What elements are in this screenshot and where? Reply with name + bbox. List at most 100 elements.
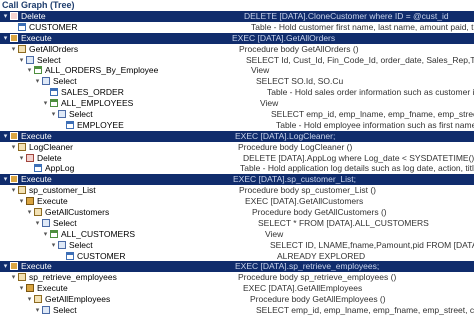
node-detail: EXEC [DATA].sp_retrieve_employees; (235, 261, 380, 272)
expand-toggle-icon[interactable]: ▾ (2, 263, 9, 270)
node-detail: Procedure body GetAllCustomers () (252, 207, 387, 218)
tree-row[interactable]: ▾ Execute EXEC [DATA].sp_customer_List; (0, 174, 474, 186)
view-icon (50, 99, 58, 108)
expand-toggle-icon[interactable]: ▾ (50, 111, 57, 118)
expand-toggle-icon[interactable]: ▾ (34, 220, 41, 227)
tree-row[interactable]: ▾ Execute EXEC [DATA].GetAllOrders (0, 32, 474, 44)
execute-icon (10, 33, 18, 42)
node-detail: SELECT ID, LNAME,fname,Pamount,pid FROM … (270, 239, 474, 250)
expand-toggle-icon[interactable]: ▾ (10, 187, 17, 194)
expand-toggle-icon[interactable]: ▾ (18, 285, 25, 292)
expand-toggle-icon[interactable]: ▾ (26, 296, 33, 303)
tree-row[interactable]: ▾ Select SELECT * FROM [DATA].ALL_CUSTOMER… (0, 218, 474, 229)
tree-row[interactable]: ▾ Delete DELETE [DATA].CloneCustomer where… (0, 11, 474, 22)
tree-row[interactable]: CUSTOMER ALREADY EXPLORED (0, 251, 474, 262)
node-detail: Procedure body LogCleaner () (238, 141, 353, 152)
expand-toggle-icon[interactable]: ▾ (2, 35, 9, 42)
delete-icon (10, 12, 18, 20)
node-label: Select (69, 239, 93, 250)
node-detail: EXEC [DATA].GetAllEmployees (243, 283, 363, 294)
expand-toggle-icon[interactable]: ▾ (10, 46, 17, 53)
node-label: GetAllCustomers (45, 207, 110, 218)
node-detail: EXEC [DATA].LogCleaner; (235, 130, 336, 141)
node-label: Execute (21, 32, 52, 43)
node-label: Select (53, 76, 77, 87)
tree-row[interactable]: ▾ Execute EXEC [DATA].sp_retrieve_employee… (0, 261, 474, 273)
node-detail: SELECT Id, Cust_Id, Fin_Code_Id, order_d… (246, 54, 474, 65)
expand-toggle-icon[interactable]: ▾ (50, 242, 57, 249)
call-graph-tree[interactable]: ▾ Delete DELETE [DATA].CloneCustomer where… (0, 11, 474, 316)
tree-row[interactable]: ▾ sp_customer_List Procedure body sp_custo… (0, 185, 474, 196)
select-icon (42, 77, 50, 86)
view-icon (50, 229, 58, 238)
expand-toggle-icon[interactable]: ▾ (2, 133, 9, 140)
node-label: Execute (21, 130, 52, 141)
node-detail: Procedure body sp_customer_List () (239, 185, 377, 196)
node-label: sp_customer_List (29, 185, 96, 196)
node-label: Select (37, 54, 61, 65)
node-label: Select (53, 217, 77, 228)
tree-row[interactable]: EMPLOYEE Table - Hold employee informatio… (0, 120, 474, 131)
expand-toggle-icon[interactable]: ▾ (34, 78, 41, 85)
tree-row[interactable]: ▾ GetAllEmployees Procedure body GetAllEmp… (0, 294, 474, 305)
tree-row[interactable]: ▾ Select SELECT emp_id, emp_lname, emp_fna… (0, 109, 474, 120)
expand-toggle-icon[interactable]: ▾ (26, 209, 33, 216)
tree-row[interactable]: ▾ GetAllCustomers Procedure body GetAllCus… (0, 207, 474, 218)
procedure-icon (18, 142, 26, 151)
expand-toggle-icon[interactable]: ▾ (26, 67, 33, 74)
procedure-icon (34, 295, 42, 304)
tree-row[interactable]: ▾ sp_retrieve_employees Procedure body sp_… (0, 272, 474, 283)
tree-row[interactable]: ▾ Select SELECT Id, Cust_Id, Fin_Code_Id, … (0, 55, 474, 66)
execute-icon (10, 131, 18, 140)
tree-row[interactable]: ▾ Select SELECT ID, LNAME,fname,Pamount,pi… (0, 240, 474, 251)
expand-toggle-icon[interactable]: ▾ (18, 57, 25, 64)
expand-toggle-icon[interactable]: ▾ (2, 176, 9, 183)
node-detail: Procedure body GetAllOrders () (239, 43, 359, 54)
tree-row[interactable]: ▾ GetAllOrders Procedure body GetAllOrders… (0, 44, 474, 55)
expand-toggle-icon[interactable]: ▾ (42, 231, 49, 238)
tree-row[interactable]: ▾ ALL_EMPLOYEES View (0, 98, 474, 109)
node-detail: Table - Hold customer first name, last n… (251, 21, 474, 32)
node-label: GetAllEmployees (45, 294, 111, 305)
node-label: Select (69, 109, 93, 120)
node-label: sp_retrieve_employees (29, 272, 117, 283)
procedure-icon (34, 208, 42, 217)
node-detail: Table - Hold sales order information suc… (267, 87, 474, 98)
tree-row[interactable]: ▾ Delete DELETE [DATA].AppLog where Log_da… (0, 153, 474, 164)
tree-row[interactable]: SALES_ORDER Table - Hold sales order info… (0, 87, 474, 98)
tree-row[interactable]: CUSTOMER Table - Hold customer first name… (0, 22, 474, 33)
expand-toggle-icon[interactable]: ▾ (2, 13, 9, 20)
node-label: Execute (37, 196, 68, 207)
expand-toggle-icon (58, 122, 65, 129)
expand-toggle-icon[interactable]: ▾ (42, 100, 49, 107)
node-label: CUSTOMER (29, 21, 78, 32)
table-icon (18, 22, 26, 31)
expand-toggle-icon[interactable]: ▾ (18, 155, 25, 162)
procedure-icon (18, 44, 26, 53)
expand-toggle-icon (42, 89, 49, 96)
expand-toggle-icon (58, 253, 65, 260)
node-label: AppLog (45, 163, 75, 174)
node-detail: SELECT SO.Id, SO.Cu (256, 76, 344, 87)
tree-row[interactable]: ▾ ALL_ORDERS_By_Employee View (0, 65, 474, 76)
expand-toggle-icon[interactable]: ▾ (18, 198, 25, 205)
procedure-icon (18, 273, 26, 282)
select-icon (42, 218, 50, 227)
tree-row[interactable]: ▾ Select SELECT SO.Id, SO.Cu (0, 76, 474, 87)
expand-toggle-icon[interactable]: ▾ (10, 274, 17, 281)
expand-toggle-icon (26, 165, 33, 172)
tree-row[interactable]: ▾ Execute EXEC [DATA].GetAllEmployees (0, 283, 474, 294)
tree-row[interactable]: ▾ Execute EXEC [DATA].GetAllCustomers (0, 196, 474, 207)
tree-row[interactable]: ▾ Select SELECT emp_id, emp_lname, emp_fna… (0, 305, 474, 316)
execute-icon (10, 175, 18, 184)
tree-row[interactable]: ▾ LogCleaner Procedure body LogCleaner () (0, 142, 474, 153)
node-detail: EXEC [DATA].GetAllOrders (232, 32, 336, 43)
tree-row[interactable]: ▾ ALL_CUSTOMERS View (0, 229, 474, 240)
expand-toggle-icon[interactable]: ▾ (10, 144, 17, 151)
node-label: Delete (37, 152, 62, 163)
select-icon (26, 55, 34, 64)
node-label: CUSTOMER (77, 250, 126, 261)
node-label: Execute (21, 261, 52, 272)
tree-row[interactable]: AppLog Table - Hold application log detai… (0, 163, 474, 174)
tree-row[interactable]: ▾ Execute EXEC [DATA].LogCleaner; (0, 130, 474, 142)
